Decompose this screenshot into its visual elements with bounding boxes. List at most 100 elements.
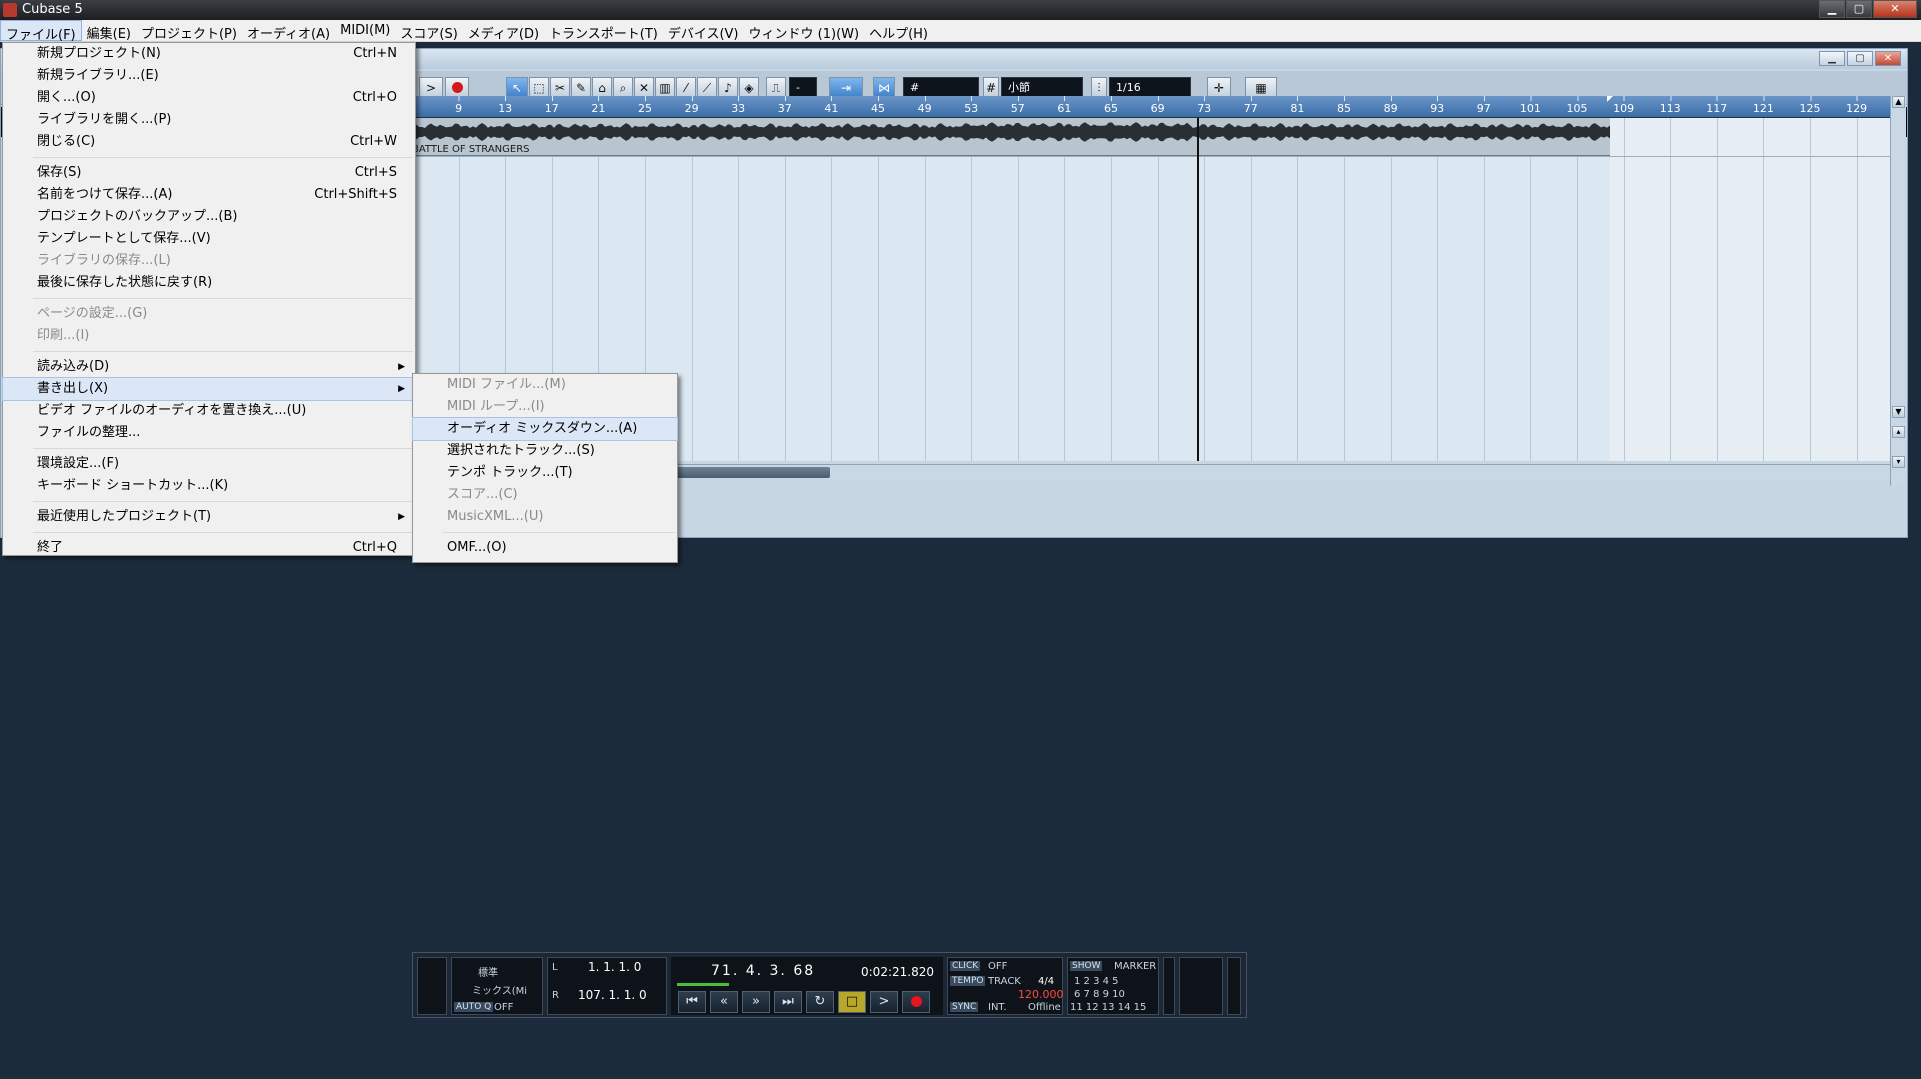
project-end-marker[interactable]: [1607, 96, 1613, 102]
menu-7[interactable]: トランスポート(T): [544, 20, 663, 42]
project-maximize-button[interactable]: ▢: [1847, 51, 1873, 66]
menu-4[interactable]: MIDI(M): [335, 20, 395, 41]
position-bars[interactable]: 71. 4. 3. 68: [711, 963, 815, 979]
menu-1[interactable]: 編集(E): [82, 20, 136, 42]
file-menu-item[interactable]: 開く...(O) Ctrl+O: [3, 87, 415, 109]
file-menu-item[interactable]: 名前をつけて保存...(A) Ctrl+Shift+S: [3, 184, 415, 206]
window-title: Cubase 5: [22, 2, 83, 17]
ruler-bar-number: 117: [1706, 96, 1728, 115]
export-menu-item: MIDI ループ...(I): [447, 399, 545, 414]
minimize-button[interactable]: ▁: [1819, 0, 1845, 18]
file-menu-item[interactable]: 新規ライブラリ...(E): [3, 65, 415, 87]
right-locator-icon[interactable]: R: [552, 990, 559, 1001]
menu-9[interactable]: ウィンドウ (1)(W): [744, 20, 865, 42]
file-menu-item[interactable]: 保存(S) Ctrl+S: [3, 162, 415, 184]
export-menu-item[interactable]: 選択されたトラック...(S): [413, 440, 677, 462]
menu-2[interactable]: プロジェクト(P): [136, 20, 242, 42]
grid-line: [1437, 118, 1439, 461]
maximize-button[interactable]: ▢: [1846, 0, 1872, 18]
scroll-down-icon[interactable]: ▼: [1892, 406, 1905, 418]
marker-buttons-row-1[interactable]: 1 2 3 4 5: [1074, 976, 1119, 987]
close-button[interactable]: ✕: [1873, 0, 1917, 18]
go-to-end-icon[interactable]: ⏭: [774, 991, 802, 1013]
mix-label[interactable]: ミックス(Mi: [472, 982, 527, 997]
project-minimize-button[interactable]: ▁: [1819, 51, 1845, 66]
cycle-icon[interactable]: ↻: [806, 991, 834, 1013]
project-cursor[interactable]: [1197, 118, 1199, 461]
ruler-bar-number: 121: [1752, 96, 1774, 115]
export-menu-item: MusicXML...(U): [447, 509, 544, 524]
ruler-bar-number: 73: [1197, 96, 1212, 115]
click-label[interactable]: CLICK: [950, 961, 981, 971]
auto-q-label[interactable]: AUTO Q: [454, 1002, 494, 1012]
file-menu-item[interactable]: 環境設定...(F): [3, 453, 415, 475]
file-menu-item[interactable]: ファイルの整理...: [3, 422, 415, 444]
right-locator[interactable]: 107. 1. 1. 0: [578, 988, 647, 1002]
position-time[interactable]: 0:02:21.820: [861, 965, 934, 979]
sync-label[interactable]: SYNC: [950, 1002, 979, 1012]
zoom-in-icon[interactable]: ▴: [1892, 426, 1905, 438]
fast-forward-icon[interactable]: »: [742, 991, 770, 1013]
ruler-bar-number: 17: [544, 96, 559, 115]
grid-line: [784, 118, 786, 461]
record-button[interactable]: [902, 991, 930, 1013]
preset-label[interactable]: 標準: [478, 964, 498, 979]
click-value[interactable]: OFF: [988, 961, 1007, 972]
menu-6[interactable]: メディア(D): [463, 20, 544, 42]
stop-button[interactable]: □: [838, 991, 866, 1013]
file-menu-item[interactable]: ビデオ ファイルのオーディオを置き換え...(U): [3, 400, 415, 422]
export-menu-item[interactable]: オーディオ ミックスダウン...(A): [412, 417, 678, 441]
menu-8[interactable]: デバイス(V): [663, 20, 744, 42]
auto-q-value[interactable]: OFF: [494, 1002, 513, 1013]
file-menu-item[interactable]: 最近使用したプロジェクト(T) ▶: [3, 506, 415, 528]
file-menu-item[interactable]: ライブラリを開く...(P): [3, 109, 415, 131]
file-menu-item[interactable]: 新規プロジェクト(N) Ctrl+N: [3, 43, 415, 65]
marker-buttons-row-2[interactable]: 6 7 8 9 10: [1074, 989, 1125, 1000]
file-menu-item[interactable]: キーボード ショートカット...(K): [3, 475, 415, 497]
export-menu-item[interactable]: テンポ トラック...(T): [413, 462, 677, 484]
file-menu-item[interactable]: 終了 Ctrl+Q: [3, 537, 415, 559]
marker-buttons-row-3[interactable]: 11 12 13 14 15: [1070, 1002, 1146, 1013]
menu-5[interactable]: スコア(S): [395, 20, 462, 42]
grid-line: [1064, 118, 1066, 461]
export-menu-item[interactable]: OMF...(O): [413, 537, 677, 559]
ruler-bar-number: 113: [1659, 96, 1681, 115]
file-menu-item[interactable]: テンプレートとして保存...(V): [3, 228, 415, 250]
audio-event[interactable]: BATTLE OF STRANGERS: [410, 118, 1610, 156]
file-menu-item[interactable]: プロジェクトのバックアップ...(B): [3, 206, 415, 228]
rewind-icon[interactable]: «: [710, 991, 738, 1013]
left-locator[interactable]: 1. 1. 1. 0: [588, 960, 641, 974]
vertical-scrollbar[interactable]: ▲ ▼ ▴ ▾: [1890, 96, 1906, 486]
file-menu-item-label: 最近使用したプロジェクト(T): [37, 509, 212, 524]
file-menu-item-label: 閉じる(C): [37, 134, 96, 149]
file-menu-item[interactable]: 読み込み(D) ▶: [3, 356, 415, 378]
ruler-bar-number: 85: [1337, 96, 1351, 115]
show-markers-button[interactable]: SHOW: [1070, 961, 1103, 971]
grid-line: [1577, 118, 1578, 461]
go-to-start-icon[interactable]: ⏮: [678, 991, 706, 1013]
tempo-value[interactable]: 120.000: [1018, 988, 1064, 1001]
scroll-up-icon[interactable]: ▲: [1892, 96, 1905, 108]
file-menu-item: 印刷...(I): [3, 325, 415, 347]
project-close-button[interactable]: ✕: [1875, 51, 1901, 66]
tempo-label[interactable]: TEMPO: [950, 976, 986, 986]
cubase-app-icon[interactable]: [3, 3, 17, 17]
marker-label: MARKER: [1114, 961, 1157, 972]
signature[interactable]: 4/4: [1038, 976, 1054, 987]
zoom-out-icon[interactable]: ▾: [1892, 456, 1905, 468]
menu-separator: [33, 448, 413, 449]
sync-value: INT.: [988, 1002, 1007, 1013]
left-locator-icon[interactable]: L: [552, 962, 558, 973]
tempo-panel: CLICK OFF TEMPO TRACK 4/4 120.000 SYNC I…: [947, 957, 1064, 1015]
output-level-slider[interactable]: [1227, 957, 1241, 1015]
file-menu-item-label: 書き出し(X): [37, 381, 109, 396]
timeline-ruler[interactable]: 5913172125293337414549535761656973778185…: [409, 96, 1895, 118]
play-button[interactable]: >: [870, 991, 898, 1013]
menu-3[interactable]: オーディオ(A): [242, 20, 335, 42]
grid-line: [1483, 118, 1485, 461]
file-menu-item[interactable]: 書き出し(X) ▶: [2, 377, 416, 401]
file-menu-item[interactable]: 最後に保存した状態に戻す(R): [3, 272, 415, 294]
menu-0[interactable]: ファイル(F): [0, 20, 82, 43]
menu-10[interactable]: ヘルプ(H): [864, 20, 933, 42]
file-menu-item[interactable]: 閉じる(C) Ctrl+W: [3, 131, 415, 153]
